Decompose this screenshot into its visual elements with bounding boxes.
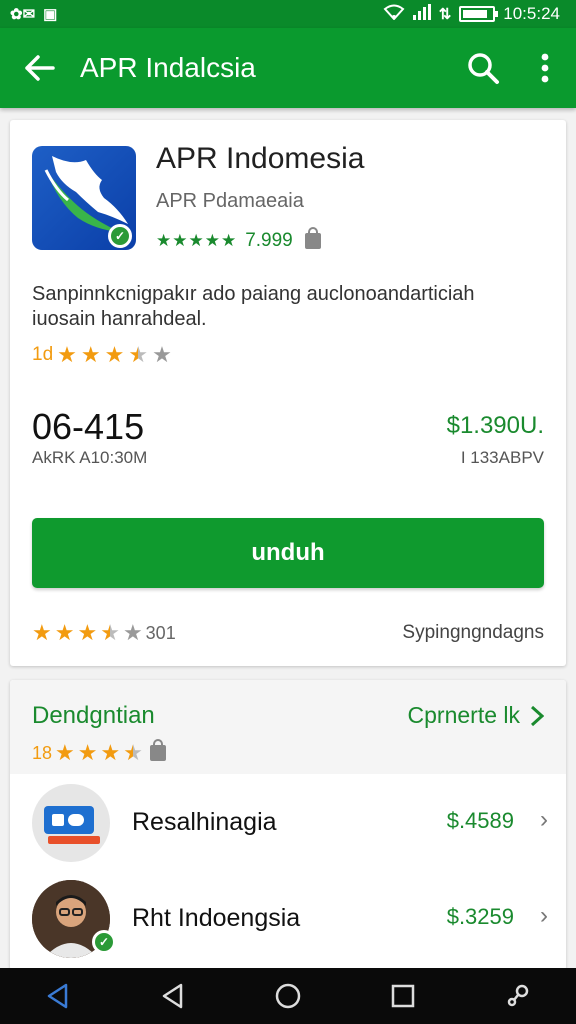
- home-icon: [275, 983, 301, 1009]
- list-item[interactable]: Resalhinagia $.4589 ›: [10, 778, 566, 876]
- install-button[interactable]: unduh: [32, 518, 544, 588]
- nav-back-secondary-button[interactable]: [143, 968, 203, 1024]
- nav-home-button[interactable]: [258, 968, 318, 1024]
- empty-star-icon: ★: [152, 342, 172, 367]
- search-icon: [468, 53, 499, 84]
- developer-name[interactable]: APR Pdamaeaia: [156, 190, 304, 213]
- star-icon: ★: [57, 342, 77, 367]
- arrow-back-icon: [25, 55, 55, 81]
- downloads-label: AkRK A10:30M: [32, 448, 148, 467]
- section-title: Dendgntian: [32, 702, 155, 729]
- back-button[interactable]: [0, 28, 80, 108]
- app-description: Sanpinnkcnigpakır ado paiang auclonoanda…: [32, 283, 475, 330]
- star-icon: ★: [55, 740, 75, 765]
- system-navigation-bar: [0, 968, 576, 1024]
- rating-prefix: 1d: [32, 344, 54, 365]
- price-label: I 133ABPV: [460, 448, 544, 467]
- rating-stars: ★★★★★: [156, 231, 238, 250]
- similar-apps-card: Dendgntian Cprnerte lk 18 ★ ★ ★ ★ Resalh…: [10, 680, 566, 970]
- nav-recents-button[interactable]: [373, 968, 433, 1024]
- more-options-button[interactable]: [514, 28, 576, 108]
- gallery-icon: ▣: [43, 6, 58, 23]
- star-icon: ★: [104, 342, 125, 367]
- data-icon: ⇅: [438, 6, 452, 23]
- notification-icon: ✿✉: [10, 6, 36, 23]
- app-bar: APR Indalcsia: [0, 28, 576, 108]
- review-row: ★ ★ ★ ★ ★ 301 Sypingngndagns: [32, 620, 544, 646]
- review-count: 301: [145, 622, 176, 643]
- search-button[interactable]: [452, 28, 514, 108]
- list-item-title: Rht Indoengsia: [132, 904, 301, 932]
- half-star-icon: ★: [100, 620, 120, 645]
- app-details-card: ✓ APR Indomesia APR Pdamaeaia ★★★★★ 7.99…: [10, 120, 566, 666]
- lock-icon: [304, 227, 321, 249]
- rating-prefix: 18: [32, 742, 53, 763]
- chevron-right-icon: ›: [540, 806, 548, 833]
- back-icon: [47, 983, 67, 1009]
- status-bar: ✿✉ ▣ ⇅ 10:5:24: [0, 0, 576, 28]
- secondary-rating: 1d ★ ★ ★ ★ ★: [32, 342, 172, 368]
- downloads-value: 06-415: [32, 406, 145, 447]
- half-star-icon: ★: [128, 342, 149, 367]
- nav-back-button[interactable]: [28, 968, 88, 1024]
- see-more-link[interactable]: Cprnerte lk: [408, 702, 544, 729]
- review-stars: ★ ★ ★ ★ ★ 301: [32, 620, 176, 646]
- wifi-icon: [383, 4, 405, 25]
- star-icon: ★: [80, 342, 101, 367]
- more-vert-icon: [541, 53, 549, 83]
- review-meta[interactable]: Sypingngndagns: [402, 622, 544, 644]
- half-star-icon: ★: [123, 740, 143, 765]
- star-icon: ★: [77, 620, 98, 645]
- list-item[interactable]: ✓ Rht Indoengsia $.3259 ›: [10, 874, 566, 970]
- assist-icon: [508, 984, 529, 1007]
- chevron-right-icon: [530, 705, 544, 726]
- star-icon: ★: [32, 620, 52, 645]
- app-price: $1.390U.: [446, 412, 544, 439]
- list-item-price: $.3259: [446, 904, 514, 929]
- star-icon: ★: [100, 740, 121, 765]
- star-icon: ★: [77, 740, 98, 765]
- section-header: Dendgntian Cprnerte lk 18 ★ ★ ★ ★: [10, 680, 566, 774]
- page-title: APR Indalcsia: [80, 52, 256, 83]
- app-name: APR Indomesia: [156, 142, 365, 175]
- empty-star-icon: ★: [122, 620, 143, 645]
- lock-icon: [149, 739, 166, 761]
- verified-badge-icon: ✓: [92, 930, 116, 954]
- chevron-right-icon: ›: [540, 902, 548, 929]
- list-item-price: $.4589: [446, 808, 514, 833]
- star-icon: ★: [54, 620, 75, 645]
- signal-icon: [412, 3, 431, 25]
- battery-icon: [459, 6, 499, 22]
- clock: 10:5:24: [503, 4, 560, 23]
- recents-icon: [391, 984, 415, 1008]
- rating-value: 7.999: [245, 230, 293, 251]
- app-rating: ★★★★★ 7.999: [156, 227, 321, 252]
- nav-assist-button[interactable]: [488, 968, 548, 1024]
- section-rating: 18 ★ ★ ★ ★: [32, 739, 166, 766]
- list-item-title: Resalhinagia: [132, 808, 277, 836]
- verified-badge-icon: ✓: [108, 224, 132, 248]
- see-more-label: Cprnerte lk: [407, 702, 520, 728]
- ticket-icon: [32, 784, 110, 862]
- back-icon: [162, 983, 183, 1009]
